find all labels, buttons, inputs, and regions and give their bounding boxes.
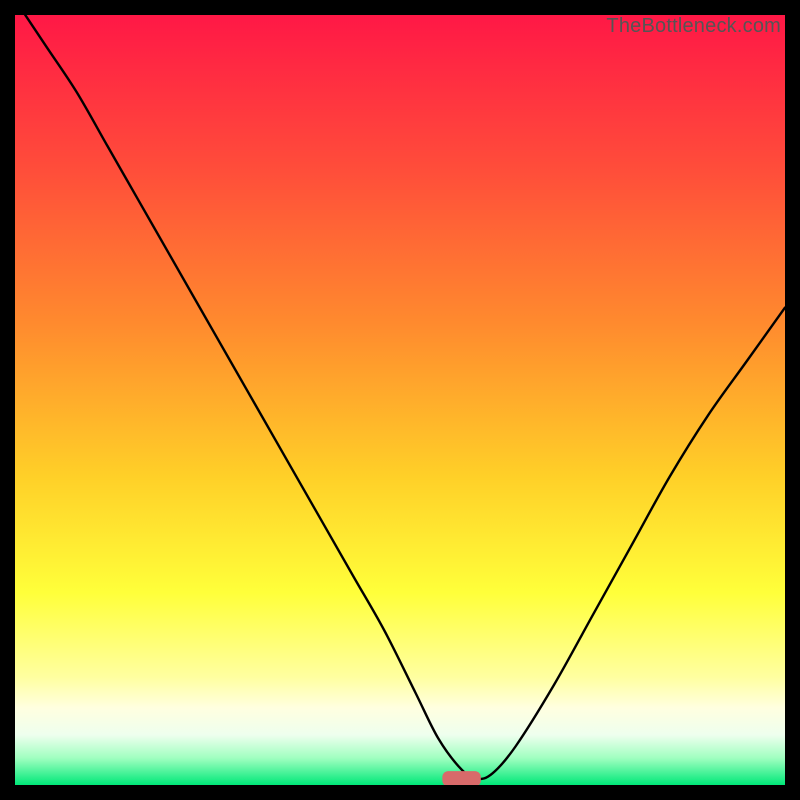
chart-frame: TheBottleneck.com [15, 15, 785, 785]
sweet-spot-marker [442, 771, 481, 785]
bottleneck-chart [15, 15, 785, 785]
watermark-label: TheBottleneck.com [606, 15, 781, 38]
chart-background [15, 15, 785, 785]
